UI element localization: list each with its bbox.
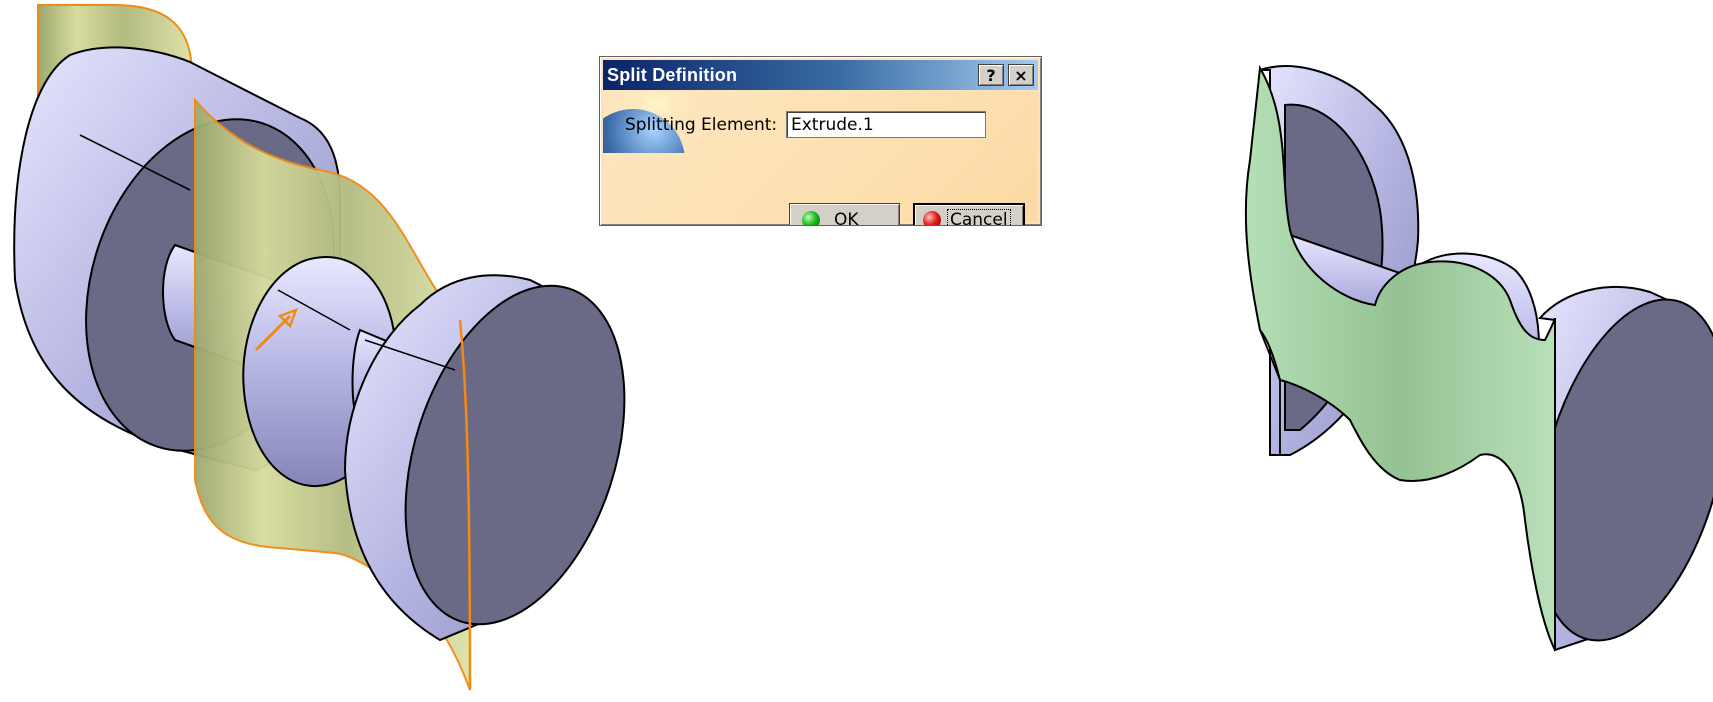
red-led-icon — [923, 211, 941, 225]
dialog-title: Split Definition — [607, 64, 738, 85]
close-button[interactable]: × — [1008, 64, 1034, 86]
green-led-icon — [802, 211, 820, 225]
split-definition-dialog[interactable]: Split Definition ? × Splitting Element: … — [599, 56, 1042, 226]
dialog-body: Splitting Element: OK Cancel — [603, 91, 1038, 225]
help-button[interactable]: ? — [978, 64, 1004, 86]
splitting-element-label: Splitting Element: — [625, 115, 778, 135]
3d-viewport[interactable]: Split Definition ? × Splitting Element: … — [0, 0, 1713, 702]
dialog-title-bar[interactable]: Split Definition ? × — [603, 60, 1038, 90]
ok-button[interactable]: OK — [789, 203, 900, 226]
ok-label: OK — [834, 210, 859, 226]
cancel-label: Cancel — [947, 209, 1011, 225]
splitting-element-field[interactable] — [786, 111, 986, 138]
question-mark-icon: ? — [986, 65, 996, 85]
cancel-button[interactable]: Cancel — [913, 203, 1025, 225]
close-icon: × — [1014, 65, 1028, 85]
split-result-part[interactable] — [1244, 64, 1713, 661]
part-with-splitting-surface[interactable] — [13, 4, 664, 691]
